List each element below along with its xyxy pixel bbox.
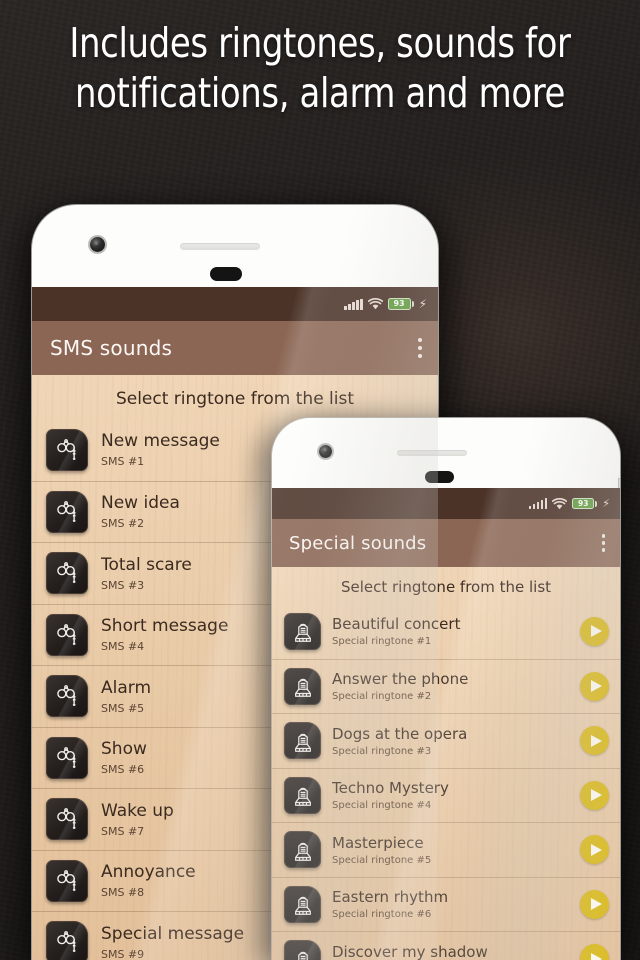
list-item-title: Techno Mystery: [332, 779, 449, 798]
list-item-subtitle: Special ringtone #1: [332, 636, 432, 648]
list-item-title: Answer the phone: [332, 670, 469, 689]
binoculars-icon: [46, 921, 88, 960]
phone-mockup-special-sounds: 93 ⚡ Special sounds Select ringtone from…: [272, 418, 620, 960]
list-item-text: Techno Mystery Special ringtone #4: [332, 779, 580, 811]
front-camera-icon: [90, 237, 105, 252]
statue-figure-icon: [284, 667, 321, 705]
overflow-menu-icon[interactable]: [418, 336, 422, 360]
earpiece-speaker-icon: [210, 267, 242, 281]
play-icon[interactable]: [580, 780, 609, 810]
list-item-title: Masterpiece: [332, 833, 424, 852]
overflow-menu-icon[interactable]: [601, 532, 605, 553]
lightning-bolt-icon: ⚡: [418, 297, 427, 311]
binoculars-icon: [46, 428, 88, 471]
list-item-title: Beautiful concert: [332, 615, 461, 634]
statue-figure-icon: [284, 940, 321, 960]
play-icon[interactable]: [580, 616, 609, 646]
status-bar: 93 ⚡: [272, 488, 620, 519]
app-bar-title: SMS sounds: [50, 336, 173, 360]
proximity-sensor-icon: [397, 450, 467, 456]
cellular-signal-icon: [344, 298, 363, 310]
binoculars-icon: [46, 859, 88, 902]
binoculars-icon: [46, 798, 88, 841]
list-item[interactable]: Eastern rhythm Special ringtone #6: [272, 876, 620, 932]
page-title: Includes ringtones, sounds for notificat…: [0, 18, 640, 118]
list-item-text: Dogs at the opera Special ringtone #3: [332, 725, 580, 757]
wifi-icon: [552, 497, 568, 510]
phone-bezel-top: [272, 418, 620, 488]
list-item-text: Discover my shadowSpecial ringtone #7: [332, 943, 580, 960]
play-icon[interactable]: [580, 671, 609, 701]
list-item[interactable]: Masterpiece Special ringtone #5: [272, 822, 620, 877]
list-item-subtitle: Special ringtone #2: [332, 691, 432, 703]
binoculars-icon: [46, 490, 88, 533]
binoculars-icon: [46, 675, 88, 718]
statue-figure-icon: [284, 885, 321, 923]
list-item[interactable]: Discover my shadowSpecial ringtone #7: [272, 931, 620, 960]
play-icon[interactable]: [580, 944, 609, 960]
statue-figure-icon: [284, 831, 321, 869]
earpiece-speaker-icon: [425, 471, 454, 483]
list-item-text: Masterpiece Special ringtone #5: [332, 834, 580, 866]
wifi-icon: [367, 298, 383, 310]
ringtone-list[interactable]: Beautiful concert Special ringtone #1 Answ…: [272, 604, 620, 960]
statue-figure-icon: [284, 612, 321, 650]
app-bar: SMS sounds: [32, 321, 438, 375]
phone-bezel-top: [32, 205, 438, 287]
status-bar: 93 ⚡: [32, 287, 438, 321]
list-item-subtitle: Special ringtone #4: [332, 800, 432, 812]
cellular-signal-icon: [528, 498, 548, 509]
battery-icon: 93: [572, 497, 598, 510]
app-bar: Special sounds: [272, 519, 620, 567]
play-icon[interactable]: [580, 889, 609, 919]
list-item-title: Eastern rhythm: [332, 888, 449, 907]
app-bar-title: Special sounds: [289, 532, 427, 554]
play-icon[interactable]: [580, 835, 609, 865]
binoculars-icon: [46, 613, 88, 656]
headline-line-2: notifications, alarm and more: [75, 69, 565, 117]
proximity-sensor-icon: [180, 243, 260, 250]
binoculars-icon: [46, 736, 88, 779]
headline-line-1: Includes ringtones, sounds for: [69, 19, 571, 67]
list-item-subtitle: Special ringtone #3: [332, 745, 432, 757]
list-item-subtitle: Special ringtone #6: [332, 909, 432, 921]
statue-figure-icon: [284, 722, 321, 760]
list-item-subtitle: Special ringtone #5: [332, 854, 432, 866]
binoculars-icon: [46, 552, 88, 595]
list-item[interactable]: Answer the phone Special ringtone #2: [272, 658, 620, 714]
list-item-title: Dogs at the opera: [332, 724, 468, 743]
list-item[interactable]: Techno Mystery Special ringtone #4: [272, 767, 620, 823]
list-item-text: Eastern rhythm Special ringtone #6: [332, 888, 580, 920]
battery-level-text: 93: [572, 497, 595, 510]
phone2-content: Select ringtone from the list Beautiful …: [272, 567, 620, 960]
list-item[interactable]: Beautiful concert Special ringtone #1: [272, 604, 620, 659]
phone2-screen: 93 ⚡ Special sounds Select ringtone from…: [272, 488, 620, 960]
front-camera-icon: [319, 445, 332, 458]
section-title: Select ringtone from the list: [115, 389, 355, 409]
list-item-text: Beautiful concert Special ringtone #1: [332, 615, 580, 647]
battery-icon: 93: [387, 298, 414, 310]
list-item[interactable]: Dogs at the opera Special ringtone #3: [272, 713, 620, 768]
list-item-title: Discover my shadow: [332, 942, 488, 960]
list-item-text: Answer the phone Special ringtone #2: [332, 670, 580, 702]
statue-figure-icon: [284, 776, 321, 814]
section-title: Select ringtone from the list: [340, 578, 552, 596]
play-icon[interactable]: [580, 726, 609, 756]
lightning-bolt-icon: ⚡: [602, 497, 610, 510]
battery-level-text: 93: [387, 298, 411, 310]
